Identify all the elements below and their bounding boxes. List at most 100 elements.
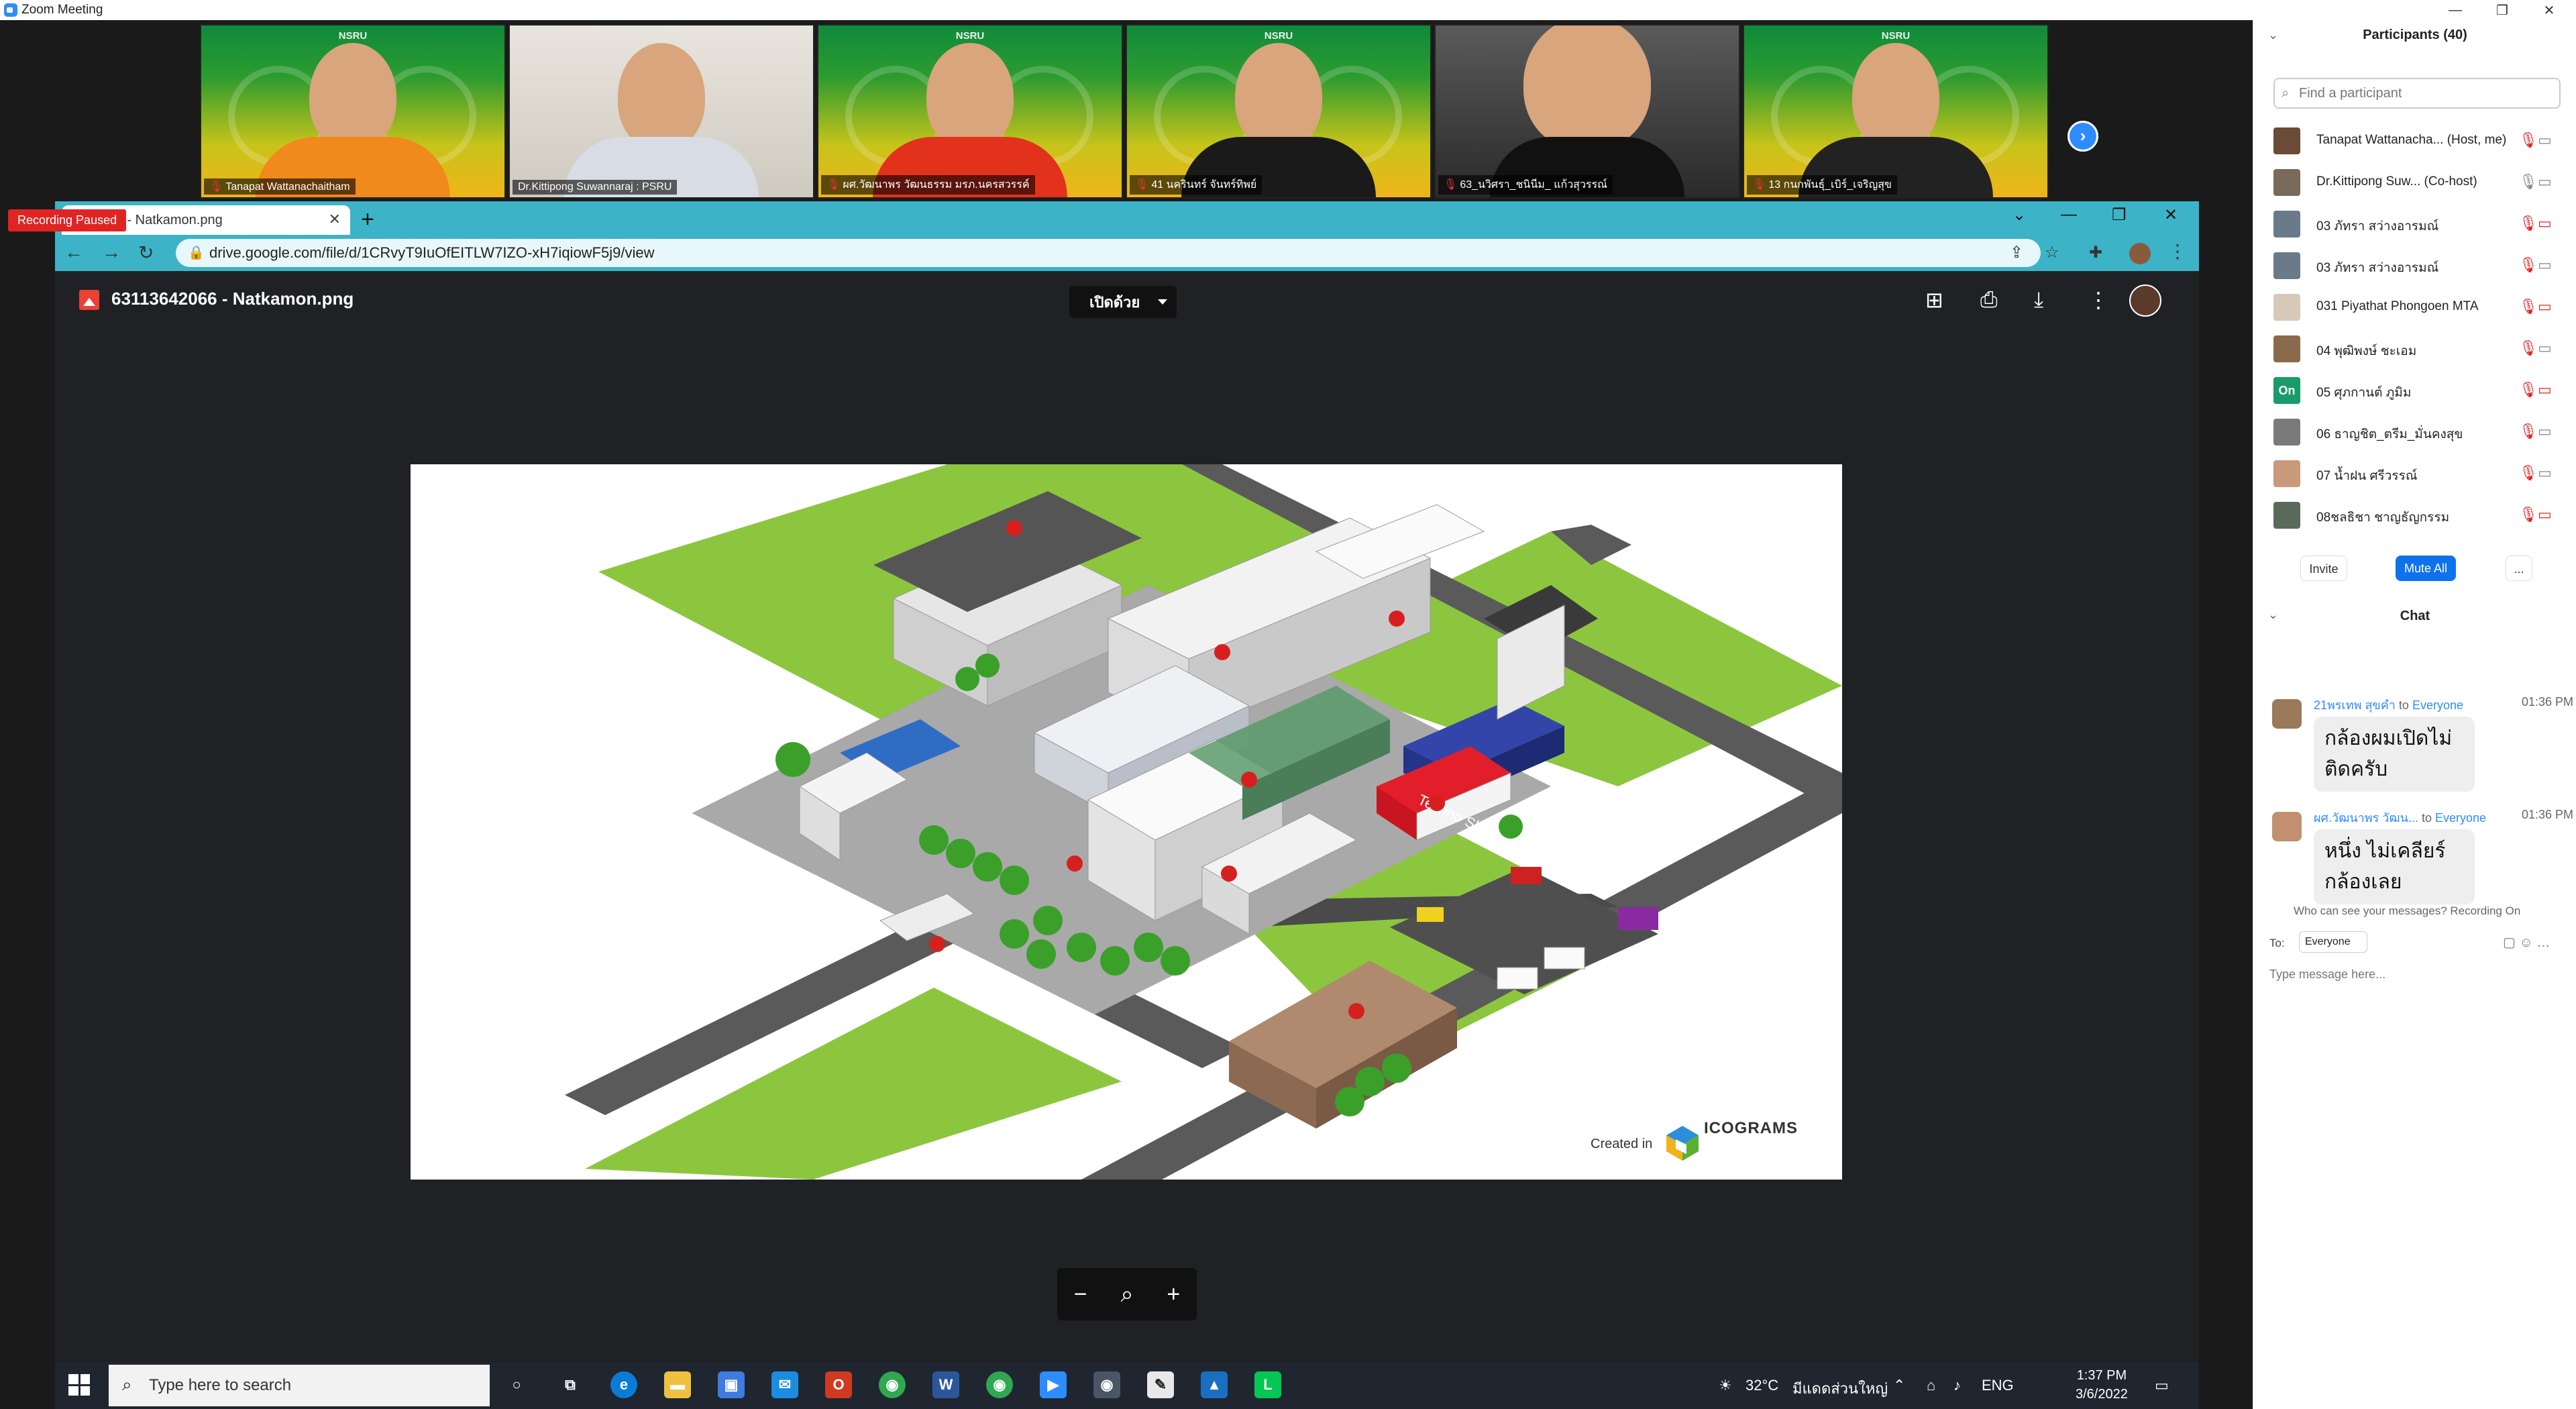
chrome-active-icon[interactable]: ◉: [1093, 1371, 1120, 1398]
chat-tools-icon[interactable]: ▢ ☺ …: [2503, 934, 2550, 951]
participant-row[interactable]: Dr.Kittipong Suw... (Co-host) 🎙 ▭: [2253, 161, 2576, 203]
notepad-icon[interactable]: ✎: [1147, 1371, 1174, 1398]
video-thumbnail[interactable]: NSRU 🎙 ผศ.วัฒนาพร วัฒนธรรม มรภ.นครสวรรค์: [817, 24, 1123, 199]
chat-message-input[interactable]: Type message here...: [2269, 968, 2385, 982]
camera-off-icon[interactable]: ▭: [2538, 215, 2552, 232]
volume-icon[interactable]: ♪: [1953, 1377, 1961, 1394]
camera-off-icon[interactable]: ▭: [2538, 381, 2552, 399]
file-explorer-icon[interactable]: ▬: [664, 1371, 691, 1398]
forward-icon[interactable]: →: [102, 242, 121, 263]
minimize-icon[interactable]: —: [2435, 0, 2475, 20]
zoom-in-icon[interactable]: +: [1153, 1282, 1193, 1308]
language-indicator[interactable]: ENG: [1982, 1377, 2014, 1394]
task-view-icon[interactable]: ⧉: [557, 1371, 584, 1398]
notifications-icon[interactable]: ▭: [2155, 1377, 2169, 1394]
mic-muted-icon[interactable]: 🎙: [2519, 256, 2538, 274]
mic-icon[interactable]: 🎙: [2519, 173, 2538, 191]
message-sender[interactable]: 21พรเทพ สุขคำ to Everyone: [2314, 695, 2463, 715]
video-thumbnail[interactable]: 🎙 63_นวิศรา_ชนินีม_ แก้วสุวรรณ์: [1434, 24, 1740, 199]
participant-row[interactable]: 03 ภัทรา สว่างอารมณ์ 🎙 ▭: [2253, 203, 2576, 244]
share-icon[interactable]: ⇪: [2010, 243, 2023, 262]
account-avatar[interactable]: [2129, 284, 2161, 317]
back-icon[interactable]: ←: [64, 242, 83, 263]
mic-muted-icon[interactable]: 🎙: [2519, 215, 2538, 232]
mic-muted-icon[interactable]: 🎙: [2519, 381, 2538, 399]
recipient-select[interactable]: Everyone: [2299, 931, 2367, 953]
bookmark-star-icon[interactable]: ☆: [2045, 243, 2059, 262]
mic-muted-icon[interactable]: 🎙: [2519, 506, 2538, 523]
participant-row[interactable]: On 05 ศุภกานต์ ภูมิม 🎙 ▭: [2253, 369, 2576, 411]
system-clock[interactable]: 1:37 PM 3/6/2022: [2076, 1366, 2128, 1404]
find-participant-input[interactable]: ⌕ Find a participant: [2273, 78, 2561, 109]
close-icon[interactable]: ✕: [2529, 0, 2569, 20]
mic-muted-icon[interactable]: 🎙: [2519, 464, 2538, 482]
zoom-reset-icon[interactable]: ⌕: [1107, 1282, 1147, 1308]
taskbar-search[interactable]: ⌕ Type here to search: [109, 1365, 490, 1406]
edge-icon[interactable]: e: [610, 1371, 637, 1398]
extensions-icon[interactable]: ✚: [2089, 243, 2102, 262]
camera-icon[interactable]: ▭: [2538, 132, 2552, 149]
reload-icon[interactable]: ↻: [138, 242, 154, 264]
invite-button[interactable]: Invite: [2300, 556, 2347, 581]
next-page-arrow-icon[interactable]: ›: [2068, 121, 2098, 152]
open-with-button[interactable]: เปิดด้วย: [1069, 286, 1177, 318]
office-icon[interactable]: O: [825, 1371, 852, 1398]
weather-temp[interactable]: 32°C: [1746, 1377, 1778, 1394]
windows-start-icon[interactable]: [68, 1374, 90, 1396]
mic-muted-icon[interactable]: 🎙: [2519, 423, 2538, 440]
camera-icon[interactable]: ▭: [2538, 464, 2552, 482]
zoom-out-icon[interactable]: −: [1061, 1282, 1101, 1308]
download-icon[interactable]: ⤓: [2034, 287, 2043, 313]
participant-row[interactable]: 08ชลธิชา ชาญธัญกรรม 🎙 ▭: [2253, 494, 2576, 535]
chrome-icon[interactable]: ◉: [879, 1371, 906, 1398]
mic-muted-icon[interactable]: 🎙: [2519, 132, 2538, 149]
camera-icon[interactable]: ▭: [2538, 340, 2552, 357]
message-sender[interactable]: ผศ.วัฒนาพร วัฒน... to Everyone: [2314, 808, 2486, 827]
new-tab-icon[interactable]: +: [361, 207, 374, 233]
more-options-button[interactable]: ...: [2506, 556, 2532, 581]
participant-row[interactable]: 06 ธาญชิต_ตรีม_มั่นคงสุข 🎙 ▭: [2253, 411, 2576, 452]
recording-status-badge[interactable]: Recording Paused: [8, 209, 127, 231]
weather-text[interactable]: มีแดดส่วนใหญ่: [1792, 1377, 1888, 1400]
camera-icon[interactable]: ▭: [2538, 256, 2552, 274]
camera-off-icon[interactable]: ▭: [2538, 298, 2552, 315]
chrome-profile-icon[interactable]: ◉: [986, 1371, 1013, 1398]
mail-icon[interactable]: ✉: [771, 1371, 798, 1398]
participant-row[interactable]: 03 ภัทรา สว่างอารมณ์ 🎙 ▭: [2253, 244, 2576, 286]
restore-icon[interactable]: ❐: [2112, 205, 2127, 225]
video-thumbnail[interactable]: NSRU 🎙 Tanapat Wattanachaitham: [200, 24, 506, 199]
restore-icon[interactable]: ❐: [2482, 0, 2522, 20]
camera-icon[interactable]: ▭: [2538, 173, 2552, 191]
address-bar[interactable]: 🔒 drive.google.com/file/d/1CRvyT9IuOfEIT…: [176, 239, 2041, 267]
profile-avatar[interactable]: [2129, 243, 2151, 264]
camera-off-icon[interactable]: ▭: [2538, 506, 2552, 523]
line-icon[interactable]: L: [1254, 1371, 1281, 1398]
browser-menu-icon[interactable]: ⋮: [2168, 240, 2187, 262]
close-icon[interactable]: ✕: [2164, 205, 2178, 225]
network-icon[interactable]: ⌂: [1927, 1377, 1935, 1394]
camera-icon[interactable]: ▭: [2538, 423, 2552, 440]
tab-close-icon[interactable]: ✕: [329, 211, 341, 228]
video-thumbnail[interactable]: NSRU 🎙 41 นครินทร์ จันทร์ทิพย์: [1126, 24, 1432, 199]
photos-icon[interactable]: ▲: [1201, 1371, 1228, 1398]
visibility-note[interactable]: Who can see your messages? Recording On: [2294, 904, 2520, 918]
participant-row[interactable]: 031 Piyathat Phongoen MTA 🎙 ▭: [2253, 286, 2576, 327]
add-comment-icon[interactable]: ⊞: [1925, 287, 1943, 313]
cortana-icon[interactable]: ○: [503, 1371, 530, 1398]
video-thumbnail[interactable]: NSRU 🎙 13 กนกพันธุ์_เบิร์_เจริญสุข: [1743, 24, 2049, 199]
participant-row[interactable]: 07 น้ำฝน ศรีวรรณ์ 🎙 ▭: [2253, 452, 2576, 494]
more-actions-icon[interactable]: ⋮: [2088, 287, 2109, 313]
participant-row[interactable]: Tanapat Wattanacha... (Host, me) 🎙 ▭: [2253, 119, 2576, 161]
mic-muted-icon[interactable]: 🎙: [2519, 340, 2538, 357]
zoom-icon[interactable]: ▶: [1040, 1371, 1067, 1398]
mic-muted-icon[interactable]: 🎙: [2519, 298, 2538, 315]
store-icon[interactable]: ▣: [718, 1371, 745, 1398]
tab-search-icon[interactable]: ⌄: [2012, 205, 2026, 225]
video-thumbnail[interactable]: Dr.Kittipong Suwannaraj : PSRU: [508, 24, 814, 199]
print-icon[interactable]: ⎙: [1980, 287, 1998, 313]
mute-all-button[interactable]: Mute All: [2396, 556, 2456, 581]
participant-row[interactable]: 04 พุฒิพงษ์ ชะเอม 🎙 ▭: [2253, 327, 2576, 369]
word-icon[interactable]: W: [932, 1371, 959, 1398]
minimize-icon[interactable]: —: [2061, 205, 2077, 224]
tray-overflow-icon[interactable]: ⌃: [1893, 1377, 1905, 1394]
